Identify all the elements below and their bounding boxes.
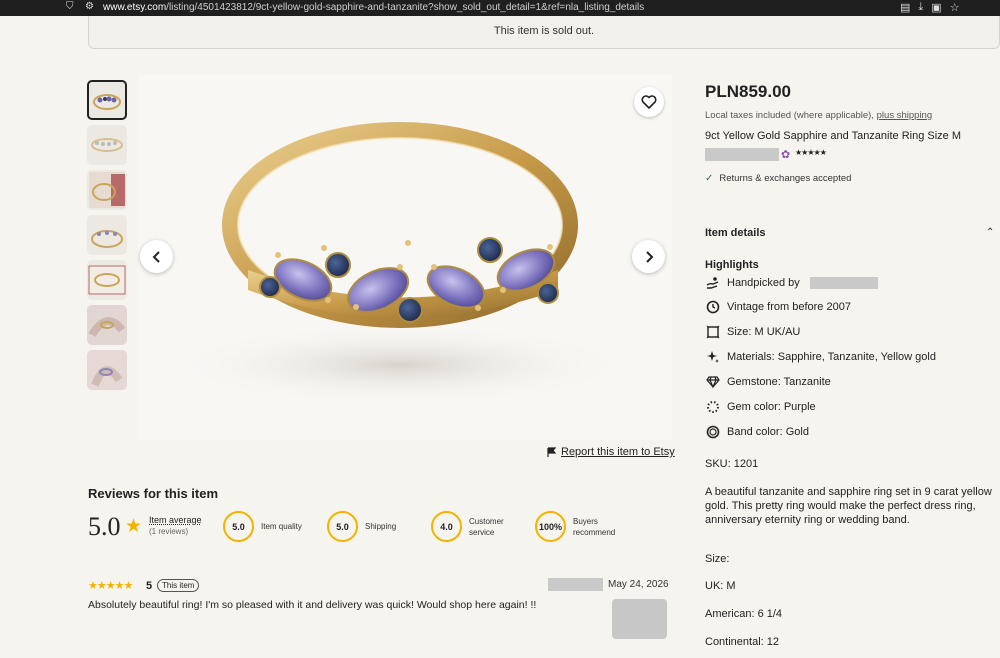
metric-label: Customer service: [469, 516, 504, 537]
spec-line: American: 6 1/4: [705, 608, 783, 620]
plus-shipping-link[interactable]: plus shipping: [877, 110, 932, 121]
highlight-band-color: Band color: Gold: [705, 424, 809, 440]
seller-rating-stars: ★★★★★: [795, 148, 827, 157]
sku: SKU: 1201: [705, 458, 759, 470]
extensions-icon[interactable]: ▣: [931, 1, 941, 14]
ring-icon: [705, 424, 721, 440]
bookmark-star-icon[interactable]: ☆: [950, 1, 960, 14]
url-host: www.etsy.com: [103, 2, 167, 13]
thumbnail-ring-top[interactable]: [87, 125, 127, 165]
metric-value: 5.0: [327, 511, 358, 542]
review-text: Absolutely beautiful ring! I'm so please…: [88, 599, 537, 611]
dotted-circle-icon: [705, 399, 721, 415]
star-seller-badge-icon: ✿: [781, 149, 791, 161]
size-icon: [705, 324, 721, 340]
thumbnail-list: [87, 80, 129, 395]
metric-shipping: 5.0 Shipping: [327, 511, 396, 542]
reader-icon[interactable]: ▤: [900, 1, 910, 14]
metric-label: Buyers recommend: [573, 516, 616, 537]
sold-out-text: This item is sold out.: [493, 25, 595, 37]
highlight-text: Materials: Sapphire, Tanzanite, Yellow g…: [727, 351, 936, 363]
flag-icon: [547, 447, 557, 457]
thumbnail-ring-box-2[interactable]: [87, 260, 127, 300]
curator-name-redacted: [809, 277, 878, 289]
ring-illustration: [170, 122, 630, 405]
report-item-label: Report this item to Etsy: [561, 446, 675, 458]
chevron-up-icon[interactable]: ⌃: [986, 227, 994, 238]
metric-customer-service: 4.0 Customer service: [431, 511, 517, 542]
check-icon: ✓: [705, 173, 714, 184]
url-path: /listing/4501423812/9ct-yellow-gold-sapp…: [166, 2, 645, 13]
seller-name-redacted[interactable]: [705, 148, 779, 161]
download-icon[interactable]: ⤓: [918, 1, 923, 14]
reviewer-name-redacted: [548, 578, 603, 591]
reviews-average: 5.0: [88, 512, 121, 541]
favorite-button[interactable]: [634, 87, 664, 117]
taxes-note: Local taxes included (where applicable),…: [705, 110, 932, 121]
highlight-size: Size: M UK/AU: [705, 324, 800, 340]
spec-line: Size:: [705, 553, 730, 565]
metric-value: 100%: [535, 511, 566, 542]
spec-line: Continental: 12: [705, 636, 779, 648]
star-icon: ★: [125, 516, 143, 537]
clock-icon: [705, 299, 721, 315]
highlights-heading: Highlights: [705, 259, 759, 271]
highlight-text: Size: M UK/AU: [727, 326, 801, 338]
site-settings-icon[interactable]: ⚙: [85, 1, 94, 12]
spec-line: UK: M: [705, 580, 736, 592]
thumbnail-ring-hand-2[interactable]: [87, 350, 127, 390]
item-average-link[interactable]: Item average: [149, 515, 202, 525]
url-text[interactable]: www.etsy.com/listing/4501423812/9ct-yell…: [103, 2, 644, 13]
reviews-count: (1 reviews): [149, 527, 189, 536]
thumbnail-ring-side[interactable]: [87, 215, 127, 255]
chevron-left-icon: [152, 250, 160, 263]
highlight-gemstone: Gemstone: Tanzanite: [705, 374, 831, 390]
report-item-link[interactable]: Report this item to Etsy: [547, 446, 675, 458]
highlight-text: Gemstone: Tanzanite: [727, 376, 831, 388]
shield-icon[interactable]: ⛉: [66, 1, 77, 14]
highlight-materials: Materials: Sapphire, Tanzanite, Yellow g…: [705, 349, 936, 365]
metric-label: Shipping: [365, 522, 397, 531]
gem-icon: [705, 374, 721, 390]
thumbnail-ring-box[interactable]: [87, 170, 127, 210]
browser-url-bar[interactable]: ⛉ ⚙ www.etsy.com/listing/4501423812/9ct-…: [0, 0, 1000, 16]
returns-text: Returns & exchanges accepted: [719, 173, 852, 184]
metric-value: 5.0: [223, 511, 254, 542]
prev-image-button[interactable]: [140, 240, 173, 273]
next-image-button[interactable]: [632, 240, 665, 273]
highlight-text: Band color: Gold: [727, 426, 809, 438]
highlight-vintage: Vintage from before 2007: [705, 299, 851, 315]
metric-value: 4.0: [431, 511, 462, 542]
highlight-gem-color: Gem color: Purple: [705, 399, 816, 415]
review-photo[interactable]: [612, 599, 667, 639]
heart-icon: [641, 95, 657, 109]
reviews-heading: Reviews for this item: [88, 486, 219, 501]
review-stars: ★★★★★: [88, 580, 133, 592]
review-date: May 24, 2026: [608, 579, 669, 590]
taxes-text: Local taxes included (where applicable),: [705, 110, 874, 121]
sparkle-icon: [705, 349, 721, 365]
highlight-text: Handpicked by: [727, 277, 800, 289]
highlight-text: Vintage from before 2007: [727, 301, 851, 313]
hand-icon: [705, 275, 721, 291]
sold-out-banner: This item is sold out.: [88, 16, 1000, 49]
product-title: 9ct Yellow Gold Sapphire and Tanzanite R…: [705, 130, 962, 142]
thumbnail-ring-hand[interactable]: [87, 305, 127, 345]
item-details-heading[interactable]: Item details: [705, 227, 766, 239]
returns-info: ✓ Returns & exchanges accepted: [705, 173, 851, 184]
description: A beautiful tanzanite and sapphire ring …: [705, 486, 992, 526]
main-product-image[interactable]: [138, 75, 672, 440]
highlight-handpicked: Handpicked by: [705, 275, 878, 291]
thumbnail-ring-front[interactable]: [87, 80, 127, 120]
metric-label: Item quality: [261, 522, 302, 531]
price: PLN859.00: [705, 82, 791, 101]
review-item-tag: This item: [157, 579, 200, 592]
metric-item-quality: 5.0 Item quality: [223, 511, 302, 542]
highlight-text: Gem color: Purple: [727, 401, 816, 413]
review-rating: 5: [146, 580, 153, 592]
chevron-right-icon: [645, 250, 653, 263]
metric-buyers-recommend: 100% Buyers recommend: [535, 511, 623, 542]
